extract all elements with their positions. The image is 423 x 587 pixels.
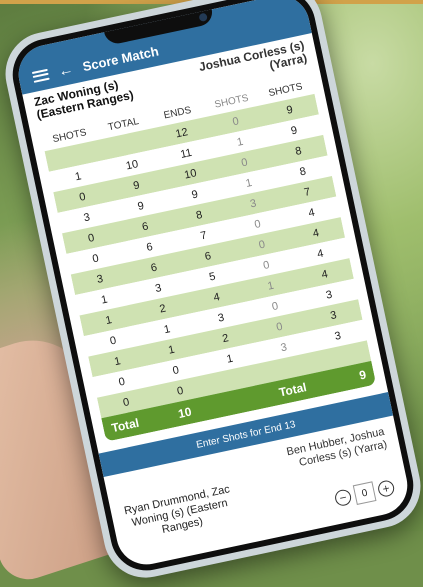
score-table: SHOTS TOTAL ENDS SHOTS SHOTS 12 0 9 1 10 11 1 9… [40,74,377,442]
plus-button[interactable]: + [376,479,396,499]
camera-icon [198,12,208,23]
menu-icon[interactable] [31,68,50,83]
right-total-cell [315,351,369,362]
plus-button[interactable]: + [200,553,220,570]
total-value-right: 9 [357,367,368,383]
end-label: END 13 [248,536,289,557]
total-label-right: Total [277,380,308,400]
left-team-names: Ryan Drummond, Zac Woning (s) (Eastern R… [123,483,231,536]
left-total-cell [101,139,155,150]
left-shots-cell [47,150,101,161]
left-shots-value[interactable]: 0 [176,555,201,570]
back-arrow-icon[interactable]: ← [57,60,75,80]
minus-button[interactable]: − [157,562,177,570]
right-shots-value[interactable]: 0 [352,481,377,505]
trash-icon [388,532,399,544]
end-number-cell [207,374,261,385]
left-shots-stepper: − 0 + [157,551,220,570]
minus-button[interactable]: − [333,488,353,508]
total-label-left: Total [110,415,141,436]
submit-button[interactable]: SUBMIT [239,539,323,570]
total-value-left: 10 [176,404,193,422]
right-shots-stepper: − 0 + [333,477,396,509]
right-shots-cell [261,362,315,373]
